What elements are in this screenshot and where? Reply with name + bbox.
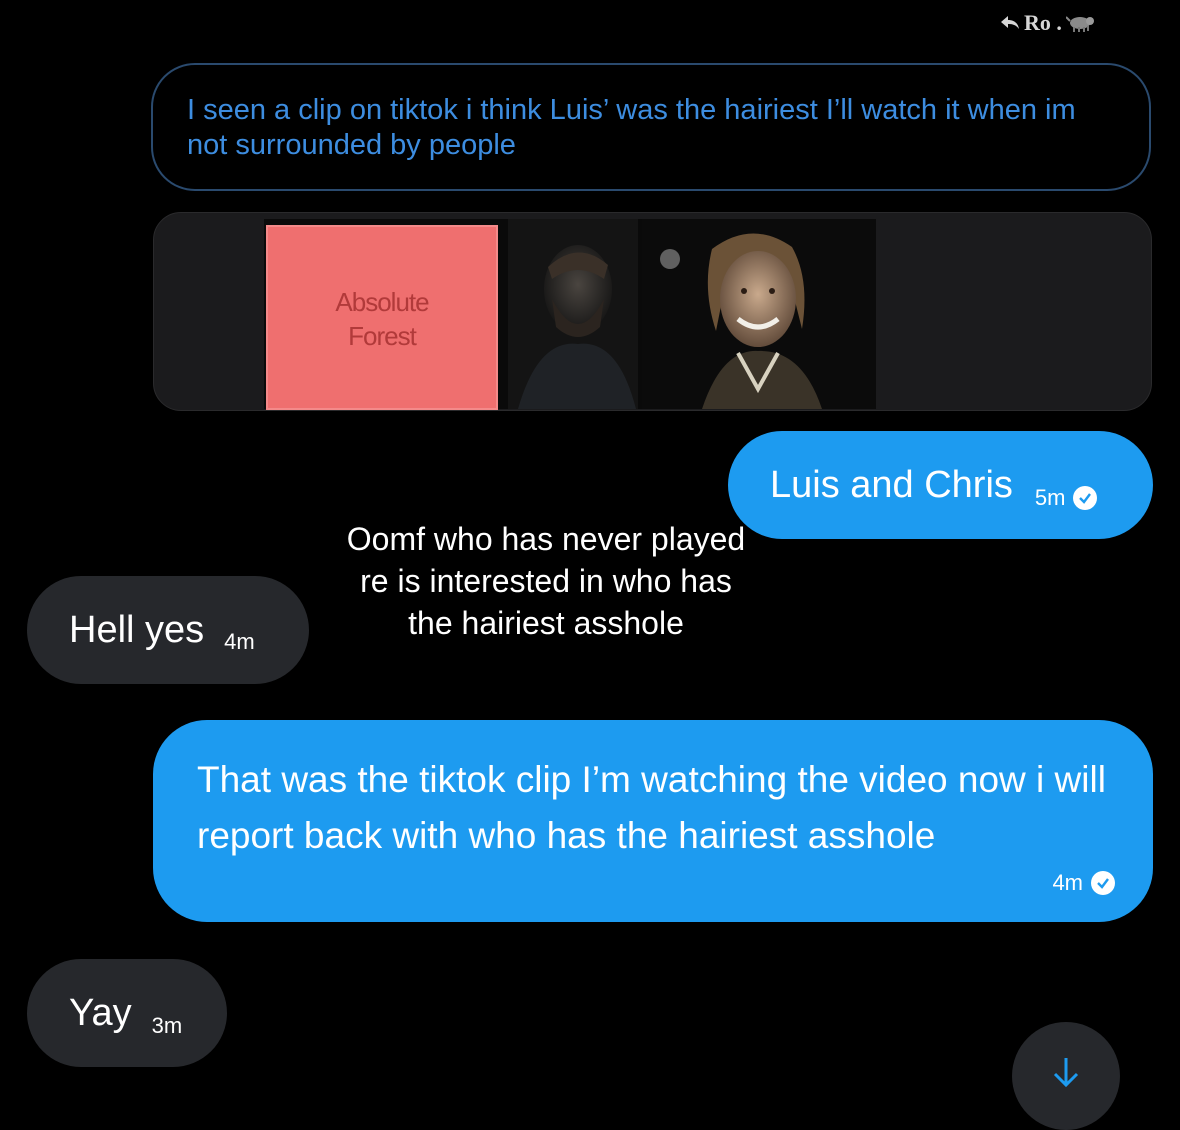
message-timestamp: 4m <box>224 629 255 654</box>
character-portrait-2 <box>642 219 876 409</box>
message-text: That was the tiktok clip I’m watching th… <box>197 759 1106 856</box>
read-check-icon <box>1073 486 1098 510</box>
message-timestamp: 3m <box>151 1013 183 1038</box>
message-bubble-received[interactable]: Yay 3m <box>27 959 227 1067</box>
tier-card-label-line2: Forest <box>348 321 417 351</box>
message-meta: 4m <box>224 629 255 655</box>
character-portrait-1 <box>508 219 638 409</box>
reply-header: Ro . <box>1000 10 1096 36</box>
caption-overlay: Oomf who has never played re is interest… <box>346 521 746 641</box>
message-timestamp: 4m <box>1052 870 1083 895</box>
animal-avatar-icon <box>1065 13 1096 33</box>
quoted-message-text: I seen a clip on tiktok i think Luis’ wa… <box>187 94 1076 161</box>
message-text: Hell yes <box>69 608 205 651</box>
message-meta: 3m <box>152 1013 183 1039</box>
message-meta: 5m <box>1035 485 1098 511</box>
tier-card-label: Absolute Forest <box>266 285 498 353</box>
quoted-reply-bubble[interactable]: I seen a clip on tiktok i think Luis’ wa… <box>151 63 1151 191</box>
message-timestamp: 5m <box>1034 485 1066 510</box>
message-bubble-sent[interactable]: Luis and Chris 5m <box>728 431 1153 539</box>
tier-card: Absolute Forest <box>266 225 498 410</box>
media-attachment[interactable]: Absolute Forest <box>153 212 1152 411</box>
read-check-icon <box>1091 871 1115 895</box>
reply-author-name: Ro . <box>1024 10 1062 35</box>
video-thumbnail: Absolute Forest <box>264 219 876 410</box>
tier-card-label-line1: Absolute <box>335 287 429 317</box>
arrow-down-icon <box>1050 1056 1082 1130</box>
message-bubble-received[interactable]: Hell yes 4m <box>27 576 309 684</box>
message-text: Yay <box>69 991 132 1034</box>
scroll-to-bottom-button[interactable] <box>1012 1022 1120 1130</box>
message-meta: 4m <box>1052 870 1115 896</box>
message-bubble-sent[interactable]: That was the tiktok clip I’m watching th… <box>153 720 1153 922</box>
message-text: Luis and Chris <box>770 463 1013 506</box>
reply-arrow-icon <box>1000 14 1020 32</box>
